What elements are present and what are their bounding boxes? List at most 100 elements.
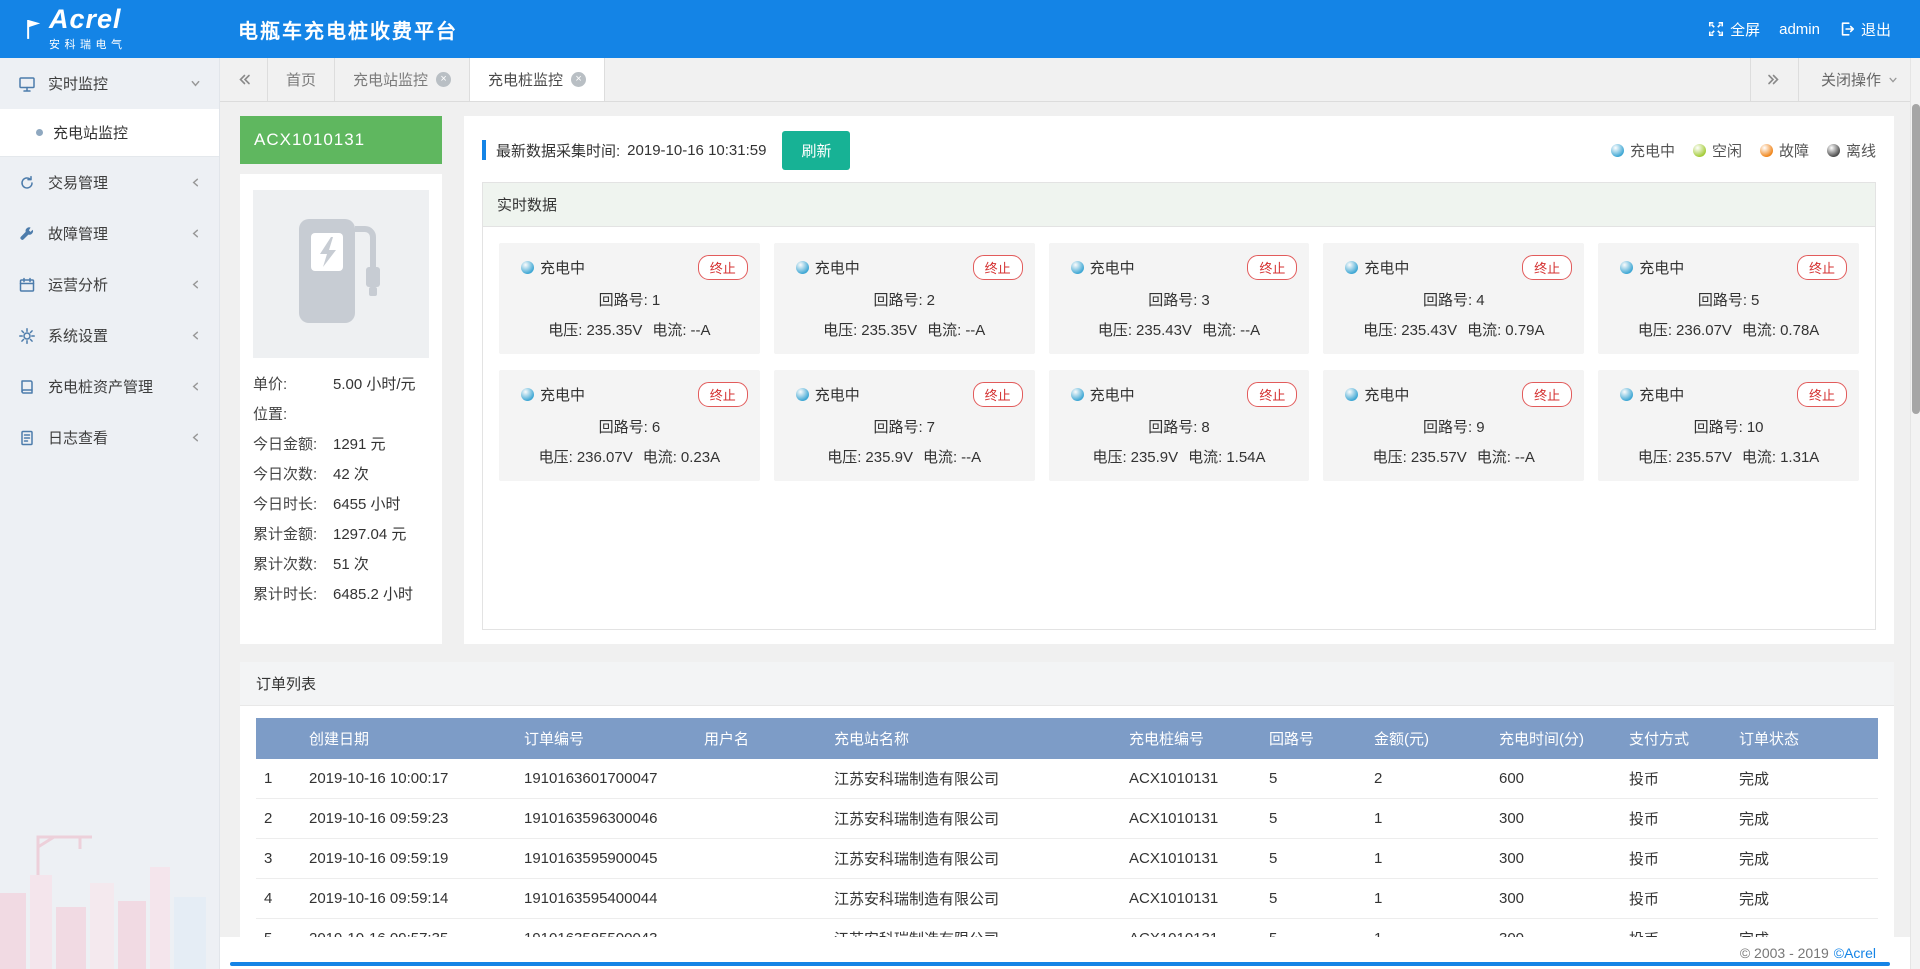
stat-label: 累计时长:	[253, 580, 333, 610]
tab-home[interactable]: 首页	[268, 58, 335, 101]
sidebar-item-realtime-monitor[interactable]: 实时监控	[0, 58, 219, 109]
current-label: 电流:	[1202, 322, 1236, 339]
tab-pile-monitor[interactable]: 充电桩监控 ×	[470, 58, 605, 101]
order-user	[696, 839, 826, 879]
circuit-label: 回路号:	[1694, 419, 1743, 436]
sidebar-item-transactions[interactable]: 交易管理	[0, 157, 219, 208]
voltage-value: 236.07V	[1676, 322, 1732, 339]
close-icon[interactable]: ×	[571, 72, 586, 87]
current-value: --A	[961, 449, 981, 466]
sidebar-submenu: 充电站监控	[0, 109, 219, 157]
terminate-button[interactable]: 终止	[698, 255, 748, 280]
circuit-label: 回路号:	[599, 419, 648, 436]
chevron-down-icon	[190, 78, 201, 89]
device-stat-row: 今日时长: 6455 小时	[253, 490, 429, 520]
channel-card: 充电中 终止 回路号:6 电压:236.07V电流:0.23A	[499, 370, 760, 481]
channel-card: 充电中 终止 回路号:1 电压:235.35V电流:--A	[499, 243, 760, 354]
current-value: --A	[691, 322, 711, 339]
circuit-number: 8	[1201, 419, 1209, 436]
collect-time-value: 2019-10-16 10:31:59	[627, 142, 766, 159]
realtime-data-box: 实时数据 充电中 终止 回路号:1	[482, 182, 1876, 630]
legend-fault: 故障	[1760, 140, 1809, 161]
refresh-button[interactable]: 刷新	[782, 131, 850, 170]
stat-label: 今日次数:	[253, 460, 333, 490]
terminate-button[interactable]: 终止	[698, 382, 748, 407]
current-label: 电流:	[927, 322, 961, 339]
orders-header-row: 创建日期 订单编号 用户名 充电站名称 充电桩编号 回路号 金额(元) 充电时间…	[256, 718, 1878, 759]
current-value: 0.23A	[681, 449, 720, 466]
close-operations-button[interactable]: 关闭操作	[1798, 58, 1920, 101]
voltage-label: 电压:	[539, 449, 573, 466]
voltage-value: 235.9V	[1131, 449, 1179, 466]
chevron-left-icon	[190, 381, 201, 392]
terminate-button[interactable]: 终止	[973, 382, 1023, 407]
terminate-button[interactable]: 终止	[1247, 255, 1297, 280]
current-label: 电流:	[923, 449, 957, 466]
fullscreen-button[interactable]: 全屏	[1703, 15, 1765, 44]
order-pile: ACX1010131	[1121, 839, 1261, 879]
charging-status-icon	[1071, 388, 1084, 401]
vertical-scrollbar-thumb[interactable]	[1912, 104, 1920, 414]
logout-label: 退出	[1861, 19, 1891, 40]
current-value: 0.79A	[1505, 322, 1544, 339]
sidebar-item-station-monitor[interactable]: 充电站监控	[0, 109, 219, 156]
channel-card: 充电中 终止 回路号:7 电压:235.9V电流:--A	[774, 370, 1035, 481]
terminate-button[interactable]: 终止	[973, 255, 1023, 280]
tab-station-monitor[interactable]: 充电站监控 ×	[335, 58, 470, 101]
col-amount: 金额(元)	[1366, 718, 1491, 759]
stat-value: 6455 小时	[333, 490, 401, 520]
row-index: 4	[256, 879, 301, 919]
col-created: 创建日期	[301, 718, 516, 759]
order-circuit: 5	[1261, 799, 1366, 839]
order-amount: 1	[1366, 839, 1491, 879]
terminate-button[interactable]: 终止	[1247, 382, 1297, 407]
stat-value: 5.00 小时/元	[333, 370, 416, 400]
terminate-button[interactable]: 终止	[1797, 382, 1847, 407]
tab-label: 首页	[286, 69, 316, 90]
chevron-left-icon	[190, 177, 201, 188]
order-status: 完成	[1731, 839, 1878, 879]
row-index: 3	[256, 839, 301, 879]
voltage-label: 电压:	[1638, 322, 1672, 339]
sidebar-item-logs[interactable]: 日志查看	[0, 412, 219, 463]
order-station: 江苏安科瑞制造有限公司	[826, 759, 1121, 799]
order-pay: 投币	[1621, 879, 1731, 919]
circuit-label: 回路号:	[873, 292, 922, 309]
col-status: 订单状态	[1731, 718, 1878, 759]
sidebar-item-label: 系统设置	[48, 325, 108, 346]
order-station: 江苏安科瑞制造有限公司	[826, 879, 1121, 919]
terminate-button[interactable]: 终止	[1797, 255, 1847, 280]
legend-label: 空闲	[1712, 140, 1742, 161]
tabs-scroll-right-button[interactable]	[1750, 58, 1798, 101]
tabs-scroll-left-button[interactable]	[220, 58, 268, 101]
user-menu[interactable]: admin	[1774, 17, 1825, 42]
current-value: 0.78A	[1780, 322, 1819, 339]
stat-label: 单价:	[253, 370, 333, 400]
sidebar-item-faults[interactable]: 故障管理	[0, 208, 219, 259]
device-stat-row: 今日金额: 1291 元	[253, 430, 429, 460]
current-label: 电流:	[643, 449, 677, 466]
logout-button[interactable]: 退出	[1834, 15, 1896, 44]
close-icon[interactable]: ×	[436, 72, 451, 87]
analysis-icon	[18, 276, 36, 294]
sidebar-item-label: 交易管理	[48, 172, 108, 193]
horizontal-scrollbar-thumb[interactable]	[230, 962, 1890, 966]
order-amount: 1	[1366, 879, 1491, 919]
sidebar-item-settings[interactable]: 系统设置	[0, 310, 219, 361]
tab-label: 充电桩监控	[488, 69, 563, 90]
vertical-scrollbar[interactable]	[1910, 58, 1920, 969]
voltage-label: 电压:	[827, 449, 861, 466]
terminate-button[interactable]: 终止	[1522, 382, 1572, 407]
acrel-link[interactable]: ©Acrel	[1834, 945, 1876, 961]
circuit-number: 6	[652, 419, 660, 436]
order-date: 2019-10-16 09:59:14	[301, 879, 516, 919]
tabbar-right-controls: 关闭操作	[1750, 58, 1920, 101]
order-pile: ACX1010131	[1121, 759, 1261, 799]
collect-time-label: 最新数据采集时间:	[496, 140, 620, 161]
current-label: 电流:	[1477, 449, 1511, 466]
terminate-button[interactable]: 终止	[1522, 255, 1572, 280]
stat-value: 51 次	[333, 550, 369, 580]
sidebar-item-analysis[interactable]: 运营分析	[0, 259, 219, 310]
header-actions: 全屏 admin 退出	[1703, 15, 1896, 44]
sidebar-item-pile-assets[interactable]: 充电桩资产管理	[0, 361, 219, 412]
